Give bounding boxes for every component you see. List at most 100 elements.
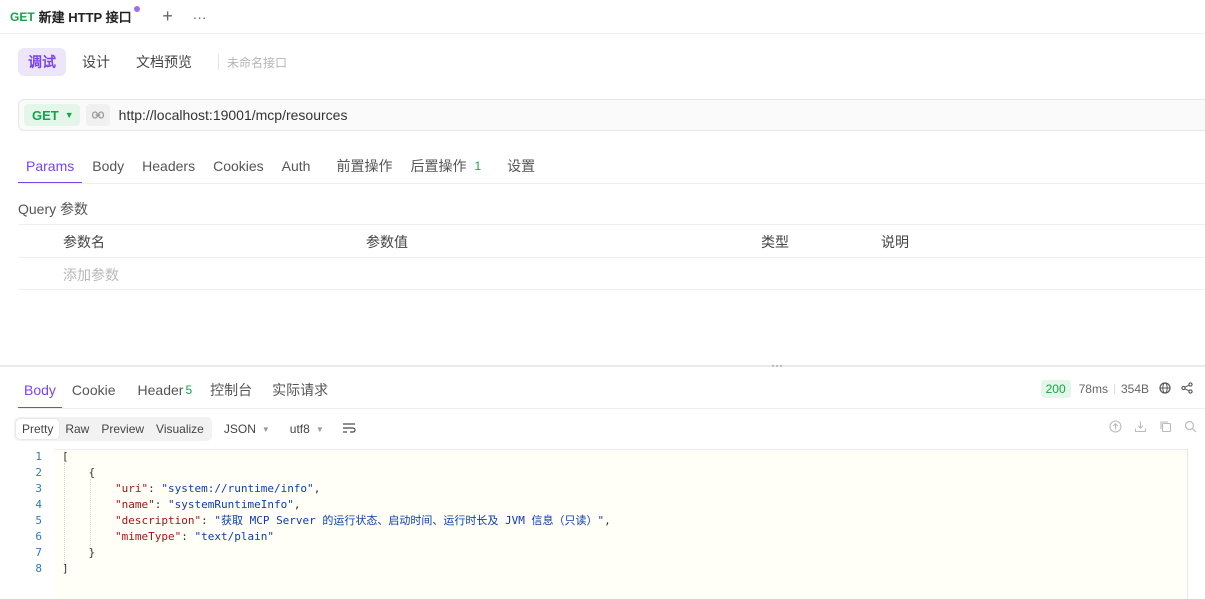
tab-auth[interactable]: Auth (274, 148, 319, 184)
line-number-gutter: 1 2 3 4 5 6 7 8 (0, 449, 54, 577)
tab-body[interactable]: Body (84, 148, 132, 184)
code-line: "description": "获取 MCP Server 的运行状态、启动时间… (114, 514, 611, 527)
tab-label: Auth (281, 158, 311, 174)
language-select[interactable]: JSON ▼ (224, 422, 270, 436)
api-name-input[interactable]: 未命名接口 (227, 54, 287, 71)
response-tabs: Body Cookie Header 5 控制台 实际请求 (18, 371, 338, 409)
new-tab-button[interactable]: + (152, 0, 184, 34)
download-icon[interactable] (1134, 420, 1147, 436)
tab-headers[interactable]: Headers (134, 148, 203, 184)
response-tab-body[interactable]: Body (18, 371, 62, 409)
line-number: 4 (35, 498, 42, 511)
tab-label: Body (24, 382, 56, 398)
link-icon[interactable] (85, 104, 110, 126)
tab-pre-processors[interactable]: 前置操作 (328, 148, 400, 184)
status-badge: 200 (1040, 380, 1071, 398)
mode-tab-doc-preview[interactable]: 文档预览 (126, 48, 202, 76)
view-visualize-button[interactable]: Visualize (150, 419, 210, 439)
column-header-value: 参数值 (366, 233, 408, 250)
response-size: 354B (1120, 382, 1149, 396)
add-param-input[interactable]: 添加参数 (63, 258, 119, 291)
more-tabs-button[interactable]: ··· (184, 0, 216, 34)
chevron-down-icon: ▼ (261, 424, 270, 434)
code-line: "name": "systemRuntimeInfo", (114, 498, 301, 511)
tab-params[interactable]: Params (18, 148, 83, 184)
code-line: } (62, 546, 96, 559)
search-icon[interactable] (1184, 420, 1197, 436)
tab-post-processors[interactable]: 后置操作 1 (402, 148, 489, 184)
method-select[interactable]: GET ▼ (24, 104, 80, 126)
table-row: 添加参数 (18, 257, 1205, 290)
count-badge: 1 (474, 159, 482, 173)
request-tabs: Params Body Headers Cookies Auth 前置操作 后置… (18, 148, 545, 184)
divider (18, 183, 1205, 184)
drag-handle-icon[interactable]: ··· (771, 358, 783, 372)
encoding-select[interactable]: utf8 ▼ (290, 422, 324, 436)
response-tab-cookie[interactable]: Cookie (66, 371, 122, 409)
plus-icon: + (162, 6, 173, 26)
column-header-description: 说明 (881, 233, 909, 250)
response-time: 78ms (1078, 382, 1108, 396)
url-input[interactable]: http://localhost:19001/mcp/resources (119, 107, 348, 123)
line-number: 7 (35, 546, 42, 559)
line-number: 3 (35, 482, 42, 495)
tab-label: Cookies (213, 158, 264, 174)
mode-tab-design[interactable]: 设计 (72, 48, 120, 76)
method-value: GET (32, 107, 59, 123)
word-wrap-icon[interactable] (342, 422, 356, 437)
response-tab-header[interactable]: Header 5 (132, 371, 199, 409)
code-line: "mimeType": "text/plain" (114, 530, 274, 543)
line-number: 1 (35, 450, 42, 463)
line-number: 6 (35, 530, 42, 543)
unsaved-dot-icon (133, 5, 140, 12)
tab-label: Params (26, 158, 75, 174)
tab-label: Headers (142, 158, 196, 174)
chevron-down-icon: ▼ (64, 110, 74, 120)
share-icon[interactable] (1181, 381, 1193, 397)
response-format-toolbar: Pretty Raw Preview Visualize JSON ▼ utf8… (14, 417, 356, 441)
tab-label: 后置操作 (410, 158, 467, 174)
params-table: 参数名 参数值 类型 说明 添加参数 (18, 224, 1205, 290)
code-line: "uri": "system://runtime/info", (114, 482, 321, 495)
column-header-name: 参数名 (63, 233, 105, 250)
view-pretty-button[interactable]: Pretty (16, 419, 60, 439)
tab-label: Body (92, 158, 125, 174)
count-badge: 5 (185, 383, 193, 397)
tab-cookies[interactable]: Cookies (205, 148, 272, 184)
tab-label: 实际请求 (272, 382, 329, 398)
response-actions (1097, 420, 1197, 436)
code-line: [ (62, 450, 69, 463)
line-number: 8 (35, 562, 42, 575)
response-code-editor[interactable]: 1 2 3 4 5 6 7 8 [ { "uri": "system://run… (0, 449, 1205, 599)
response-stats: 200 78ms 354B (1040, 379, 1193, 399)
document-tab[interactable]: GET 新建 HTTP 接口 (0, 0, 140, 34)
panel-splitter[interactable] (0, 365, 1205, 367)
code-line: ] (62, 562, 69, 575)
tab-label: 控制台 (210, 382, 253, 398)
tab-settings[interactable]: 设置 (499, 148, 543, 184)
vertical-scrollbar[interactable] (1187, 449, 1201, 599)
upload-icon[interactable] (1109, 420, 1122, 436)
view-raw-button[interactable]: Raw (59, 419, 95, 439)
encoding-value: utf8 (289, 422, 310, 436)
document-tab-strip: GET 新建 HTTP 接口 + ··· (0, 0, 1205, 34)
mode-tab-debug[interactable]: 调试 (18, 48, 66, 76)
tab-title: 新建 HTTP 接口 (38, 10, 132, 25)
divider (1113, 384, 1115, 394)
response-tab-console[interactable]: 控制台 (204, 371, 258, 409)
url-bar: GET ▼ http://localhost:19001/mcp/resourc… (18, 99, 1205, 131)
language-value: JSON (223, 422, 256, 436)
divider (18, 408, 1205, 409)
tab-label: 设置 (507, 158, 536, 174)
response-tab-actual-request[interactable]: 实际请求 (266, 371, 334, 409)
tab-label: 前置操作 (336, 158, 393, 174)
line-number: 5 (35, 514, 42, 527)
code-lines: [ { "uri": "system://runtime/info", "nam… (62, 449, 611, 577)
chevron-down-icon: ▼ (315, 424, 324, 434)
table-header-row: 参数名 参数值 类型 说明 (18, 224, 1205, 257)
network-info-icon[interactable] (1159, 381, 1171, 397)
copy-icon[interactable] (1159, 420, 1172, 436)
view-preview-button[interactable]: Preview (95, 419, 150, 439)
column-header-type: 类型 (761, 233, 789, 250)
line-number: 2 (35, 466, 42, 479)
